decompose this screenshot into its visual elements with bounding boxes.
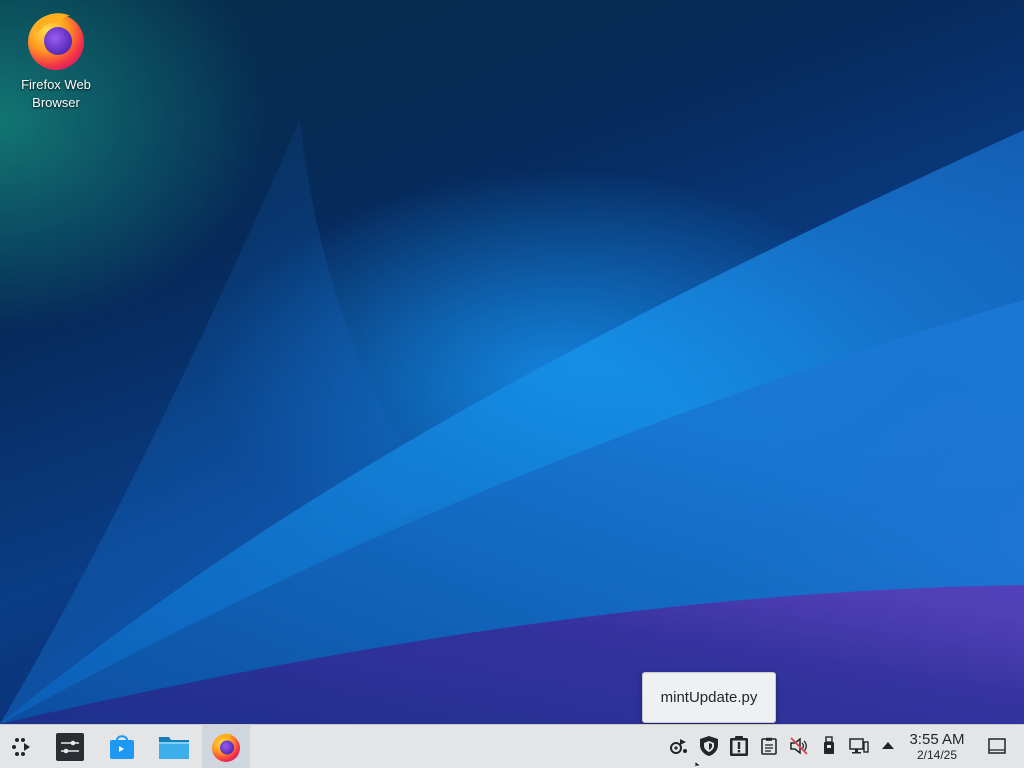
alert-clipboard-icon [730,736,748,756]
arrow-up-icon [882,742,894,749]
firefox-icon [212,733,240,762]
settings-sliders-icon [56,732,84,761]
taskbar-system-settings[interactable] [47,725,93,768]
wallpaper-waves [0,120,1024,724]
tray-usb-devices[interactable] [818,735,840,757]
tray-notifications[interactable] [728,735,750,757]
shield-icon [700,736,718,756]
application-launcher-icon [12,737,30,756]
desktop-icon-firefox[interactable]: Firefox Web Browser [14,8,98,112]
taskbar-firefox[interactable] [202,725,250,768]
update-icon [670,739,687,754]
tray-network[interactable] [848,735,870,757]
taskbar: 3:55 AM 2/14/25 [0,724,1024,768]
taskbar-discover-store[interactable] [99,725,145,768]
desktop-wallpaper [0,0,1024,724]
taskbar-file-manager[interactable] [151,725,197,768]
clipboard-icon [761,737,777,755]
tray-update-manager[interactable] [668,735,690,757]
application-launcher-button[interactable] [0,725,46,768]
show-desktop-icon [988,738,1006,754]
show-desktop-button[interactable] [986,735,1008,757]
folder-icon [159,736,189,759]
digital-clock[interactable]: 3:55 AM 2/14/25 [898,731,976,762]
firefox-icon [28,13,84,70]
tray-expand-button[interactable] [877,735,899,757]
usb-drive-icon [824,736,834,754]
store-bag-icon [110,734,134,759]
desktop-icon-label: Firefox Web Browser [21,77,91,110]
tray-volume[interactable] [788,735,810,757]
clock-date: 2/14/25 [916,748,958,762]
tray-security[interactable] [698,735,720,757]
clock-time: 3:55 AM [909,731,965,748]
network-wired-icon [849,738,869,754]
tooltip-text: mintUpdate.py [660,689,758,706]
tooltip: mintUpdate.py [642,672,776,723]
muted-speaker-icon [790,737,808,755]
tray-clipboard[interactable] [758,735,780,757]
mouse-cursor-icon [695,761,703,768]
